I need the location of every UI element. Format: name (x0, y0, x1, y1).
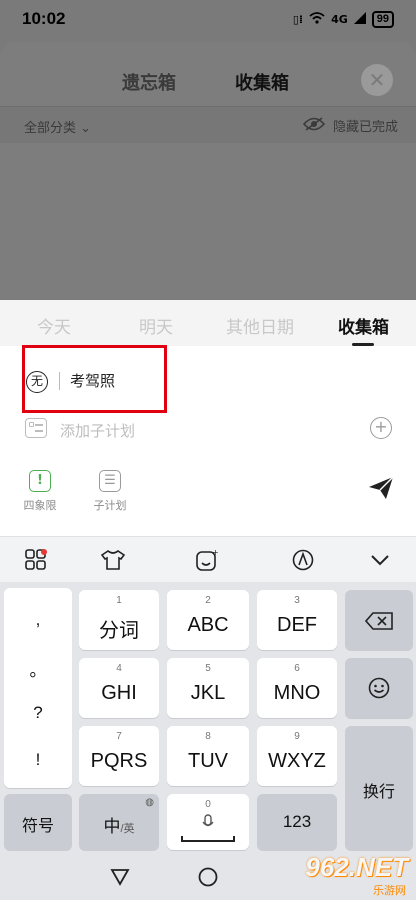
lang-alt: /英 (120, 823, 135, 835)
apps-grid-icon[interactable] (25, 549, 47, 575)
hide-completed-toggle[interactable]: 隐藏已完成 (302, 116, 398, 135)
language-key[interactable]: 中/英 ◍ (79, 794, 159, 850)
tab-other-date[interactable]: 其他日期 (226, 313, 294, 338)
assistant-icon[interactable] (292, 549, 314, 575)
emoji-key[interactable] (345, 658, 413, 718)
punct-period[interactable]: 。 (4, 656, 72, 681)
svg-text:+: + (212, 549, 218, 557)
home-icon[interactable] (198, 867, 218, 887)
status-bar: 10:02 ▯⁞ 4G 99 (0, 0, 416, 40)
chevron-down-icon: ⌄ (80, 121, 92, 136)
smiley-icon (368, 677, 390, 699)
battery-icon: 99 (371, 11, 394, 28)
network-type: 4G (331, 13, 348, 26)
back-icon[interactable] (110, 868, 130, 886)
plus-icon: + (374, 417, 388, 436)
sticker-icon[interactable]: + (196, 548, 219, 575)
checklist-icon (25, 418, 47, 438)
symbols-key[interactable]: 符号 (4, 794, 72, 850)
key-3[interactable]: 3 DEF (257, 590, 337, 650)
send-icon (369, 476, 394, 499)
key-7[interactable]: 7 PQRS (79, 726, 159, 786)
newline-key[interactable]: 换行 (345, 726, 413, 850)
subplan-input[interactable]: 添加子计划 (60, 420, 135, 441)
tab-tomorrow[interactable]: 明天 (139, 313, 173, 338)
vibrate-icon: ▯⁞ (292, 13, 304, 26)
wifi-icon (309, 12, 325, 27)
tab-collect-box[interactable]: 收集箱 (235, 69, 289, 95)
highlight-box (22, 345, 167, 413)
tab-forget-box[interactable]: 遗忘箱 (122, 69, 176, 95)
date-tabs: 今天 明天 其他日期 收集箱 (0, 300, 416, 346)
tab-today[interactable]: 今天 (37, 313, 71, 338)
subplan-icon: ☰ (99, 470, 121, 492)
status-time: 10:02 (22, 9, 66, 28)
backspace-icon (364, 612, 393, 630)
send-button[interactable] (368, 476, 394, 504)
microphone-icon (202, 814, 214, 827)
category-filter[interactable]: 全部分类 ⌄ (24, 117, 91, 136)
quadrant-button[interactable]: ! 四象限 (10, 470, 70, 513)
key-4[interactable]: 4 GHI (79, 658, 159, 718)
quadrant-icon: ! (29, 470, 51, 492)
key-9[interactable]: 9 WXYZ (257, 726, 337, 786)
lang-main: 中 (103, 817, 121, 836)
skin-icon[interactable] (100, 549, 126, 575)
key-6[interactable]: 6 MNO (257, 658, 337, 718)
tab-inbox[interactable]: 收集箱 (338, 313, 389, 338)
globe-icon: ◍ (145, 797, 154, 808)
watermark-logo: 962.NET 乐游网 (305, 852, 408, 897)
signal-icon (353, 12, 366, 27)
close-button[interactable]: ✕ (361, 64, 393, 96)
subplan-button[interactable]: ☰ 子计划 (80, 470, 140, 513)
hide-completed-label: 隐藏已完成 (332, 120, 398, 135)
status-icons: ▯⁞ 4G 99 (293, 11, 394, 28)
add-subplan-button[interactable]: + (370, 417, 392, 439)
quadrant-label: 四象限 (23, 499, 57, 512)
backspace-key[interactable] (345, 590, 413, 650)
close-icon: ✕ (368, 68, 386, 92)
space-bar-mark (181, 836, 235, 842)
collapse-keyboard-icon[interactable] (369, 549, 391, 575)
key-8[interactable]: 8 TUV (167, 726, 249, 786)
space-key[interactable]: 0 (167, 794, 249, 850)
key-2[interactable]: 2 ABC (167, 590, 249, 650)
category-filter-label: 全部分类 (24, 121, 77, 136)
punctuation-column[interactable]: , 。 ? ! (4, 588, 72, 788)
key-1[interactable]: 1 分词 (79, 590, 159, 650)
subplan-label: 子计划 (93, 499, 127, 512)
eye-off-icon (302, 116, 326, 135)
numbers-key[interactable]: 123 (257, 794, 337, 850)
punct-question[interactable]: ? (4, 703, 72, 723)
key-5[interactable]: 5 JKL (167, 658, 249, 718)
keyboard-toolbar: + (0, 536, 416, 582)
background-sheet (0, 42, 416, 300)
punct-comma[interactable]: , (4, 610, 72, 630)
punct-exclaim[interactable]: ! (4, 750, 72, 770)
